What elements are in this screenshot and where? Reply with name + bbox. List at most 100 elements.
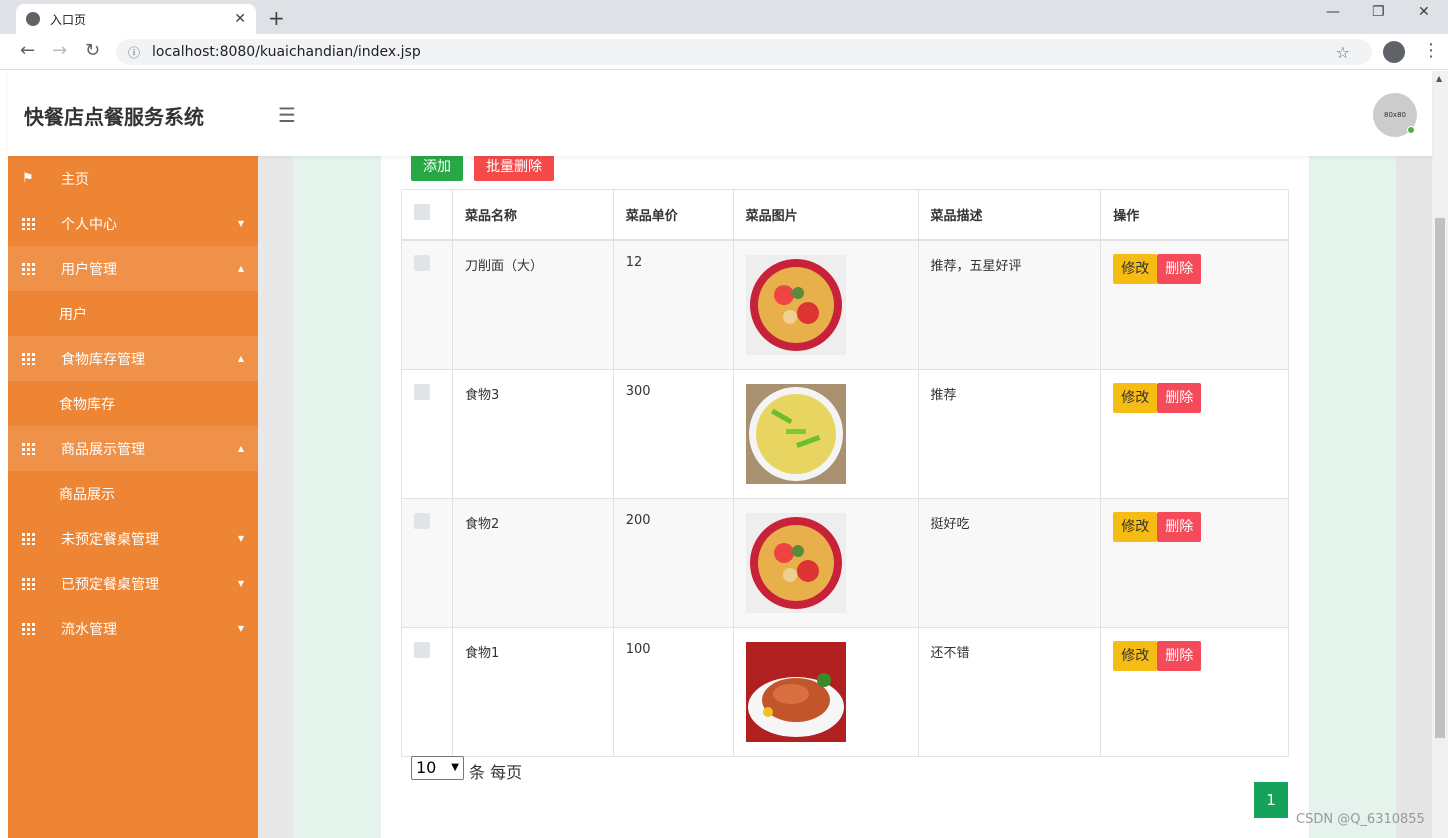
sidebar-item-food-stock-management[interactable]: 食物库存管理 ▲ — [8, 336, 258, 381]
sidebar-item-home[interactable]: ⚑ 主页 — [8, 156, 258, 201]
sidebar-item-reserved-tables[interactable]: 已预定餐桌管理 ▼ — [8, 561, 258, 606]
sidebar-item-label: 已预定餐桌管理 — [61, 576, 159, 593]
address-bar[interactable]: ⓘ localhost:8080/kuaichandian/index.jsp … — [116, 39, 1372, 65]
grid-icon — [22, 577, 36, 590]
edit-button[interactable]: 修改 — [1113, 511, 1158, 542]
sidebar-item-label: 未预定餐桌管理 — [61, 531, 159, 548]
caret-down-icon: ▼ — [237, 624, 244, 633]
dish-image — [745, 512, 846, 613]
row-checkbox[interactable] — [414, 383, 430, 400]
dish-table: 菜品名称 菜品单价 菜品图片 菜品描述 操作 刀削面（大） 12 推荐，五星好评… — [401, 189, 1289, 757]
dish-image — [745, 254, 846, 355]
sidebar-item-label: 个人中心 — [61, 216, 117, 233]
column-header: 操作 — [1100, 189, 1289, 241]
edit-button[interactable]: 修改 — [1113, 640, 1158, 671]
table-row: 食物2 200 挺好吃 修改 删除 — [401, 497, 1289, 628]
column-header: 菜品描述 — [917, 189, 1102, 241]
dish-name: 食物2 — [451, 497, 614, 628]
page-size-select[interactable]: 10 ▼ — [411, 756, 464, 780]
sidebar-item-user-management[interactable]: 用户管理 ▲ — [8, 246, 258, 291]
new-tab-icon[interactable]: + — [268, 6, 285, 30]
account-icon[interactable] — [1383, 41, 1405, 63]
dish-name: 食物1 — [451, 626, 614, 757]
restore-icon[interactable]: ❐ — [1372, 4, 1385, 20]
sidebar-subitem-food-stock[interactable]: 食物库存 — [8, 381, 258, 426]
table-header-row: 菜品名称 菜品单价 菜品图片 菜品描述 操作 — [401, 189, 1289, 241]
grid-icon — [22, 352, 36, 365]
bookmark-star-icon[interactable]: ☆ — [1336, 43, 1350, 62]
watermark: CSDN @Q_6310855 — [1296, 812, 1425, 827]
delete-button[interactable]: 删除 — [1157, 511, 1202, 542]
table-row: 食物3 300 推荐 修改 删除 — [401, 368, 1289, 499]
tab-title: 入口页 — [50, 12, 87, 27]
sidebar-item-personal-center[interactable]: 个人中心 ▼ — [8, 201, 258, 246]
caret-down-icon: ▼ — [237, 219, 244, 228]
sidebar-item-unreserved-tables[interactable]: 未预定餐桌管理 ▼ — [8, 516, 258, 561]
row-checkbox[interactable] — [414, 254, 430, 271]
dish-price: 300 — [612, 368, 734, 499]
forward-icon[interactable]: → — [52, 40, 67, 61]
column-header: 菜品单价 — [612, 189, 734, 241]
dish-price: 100 — [612, 626, 734, 757]
caret-down-icon: ▼ — [237, 534, 244, 543]
page-size-value: 10 — [416, 758, 437, 777]
edit-button[interactable]: 修改 — [1113, 253, 1158, 284]
dish-image — [745, 383, 846, 484]
dish-image — [745, 641, 846, 742]
sidebar-subitem-product-display[interactable]: 商品展示 — [8, 471, 258, 516]
flag-icon: ⚑ — [22, 171, 34, 186]
delete-button[interactable]: 删除 — [1157, 382, 1202, 413]
grid-icon — [22, 217, 36, 230]
sidebar: ⚑ 主页 个人中心 ▼ 用户管理 ▲ 用户 食物库存管理 ▲ 食物库存 商品展示… — [8, 156, 258, 838]
scrollbar-thumb[interactable] — [1435, 218, 1445, 738]
sidebar-item-label: 流水管理 — [61, 621, 117, 638]
back-icon[interactable]: ← — [20, 40, 35, 61]
content-gutter-right — [1396, 156, 1432, 838]
actions-cell: 修改 删除 — [1100, 239, 1289, 370]
actions-cell: 修改 删除 — [1100, 626, 1289, 757]
sidebar-item-transactions[interactable]: 流水管理 ▼ — [8, 606, 258, 651]
browser-menu-icon[interactable]: ⋮ — [1422, 40, 1440, 61]
online-status-dot — [1407, 126, 1415, 134]
caret-up-icon: ▲ — [237, 264, 244, 273]
url-text: localhost:8080/kuaichandian/index.jsp — [152, 44, 421, 60]
sidebar-item-label: 食物库存管理 — [61, 351, 145, 368]
browser-tab[interactable]: 入口页 ✕ — [16, 4, 256, 34]
grid-icon — [22, 622, 36, 635]
grid-icon — [22, 442, 36, 455]
delete-button[interactable]: 删除 — [1157, 640, 1202, 671]
sidebar-item-label: 用户管理 — [61, 261, 117, 278]
sidebar-item-product-display-management[interactable]: 商品展示管理 ▲ — [8, 426, 258, 471]
table-row: 食物1 100 还不错 修改 删除 — [401, 626, 1289, 757]
per-page-label: 条 每页 — [469, 763, 523, 782]
column-header: 菜品图片 — [732, 189, 919, 241]
actions-cell: 修改 删除 — [1100, 368, 1289, 499]
select-all-checkbox[interactable] — [414, 204, 430, 221]
browser-toolbar: ← → ↻ ⓘ localhost:8080/kuaichandian/inde… — [0, 34, 1448, 70]
scroll-up-icon[interactable]: ▲ — [1436, 74, 1442, 83]
delete-button[interactable]: 删除 — [1157, 253, 1202, 284]
info-icon[interactable]: ⓘ — [128, 44, 140, 61]
caret-up-icon: ▲ — [237, 444, 244, 453]
column-header: 菜品名称 — [451, 189, 614, 241]
row-checkbox[interactable] — [414, 512, 430, 529]
sidebar-item-label: 主页 — [61, 171, 89, 188]
close-tab-icon[interactable]: ✕ — [234, 11, 246, 27]
edit-button[interactable]: 修改 — [1113, 382, 1158, 413]
actions-cell: 修改 删除 — [1100, 497, 1289, 628]
dish-name: 刀削面（大） — [451, 239, 614, 370]
dish-name: 食物3 — [451, 368, 614, 499]
app-header: 快餐店点餐服务系统 ☰ 80x80 — [8, 71, 1432, 156]
window-close-icon[interactable]: ✕ — [1418, 4, 1430, 20]
hamburger-menu-icon[interactable]: ☰ — [278, 103, 296, 127]
sidebar-subitem-users[interactable]: 用户 — [8, 291, 258, 336]
dish-description: 推荐，五星好评 — [917, 239, 1102, 370]
dish-price: 12 — [612, 239, 734, 370]
sidebar-item-label: 商品展示管理 — [61, 441, 145, 458]
page-number-button[interactable]: 1 — [1254, 782, 1288, 818]
batch-delete-button[interactable]: 批量删除 — [474, 153, 554, 181]
add-button[interactable]: 添加 — [411, 153, 463, 181]
reload-icon[interactable]: ↻ — [85, 40, 100, 61]
minimize-icon[interactable]: — — [1326, 4, 1340, 20]
row-checkbox[interactable] — [414, 641, 430, 658]
